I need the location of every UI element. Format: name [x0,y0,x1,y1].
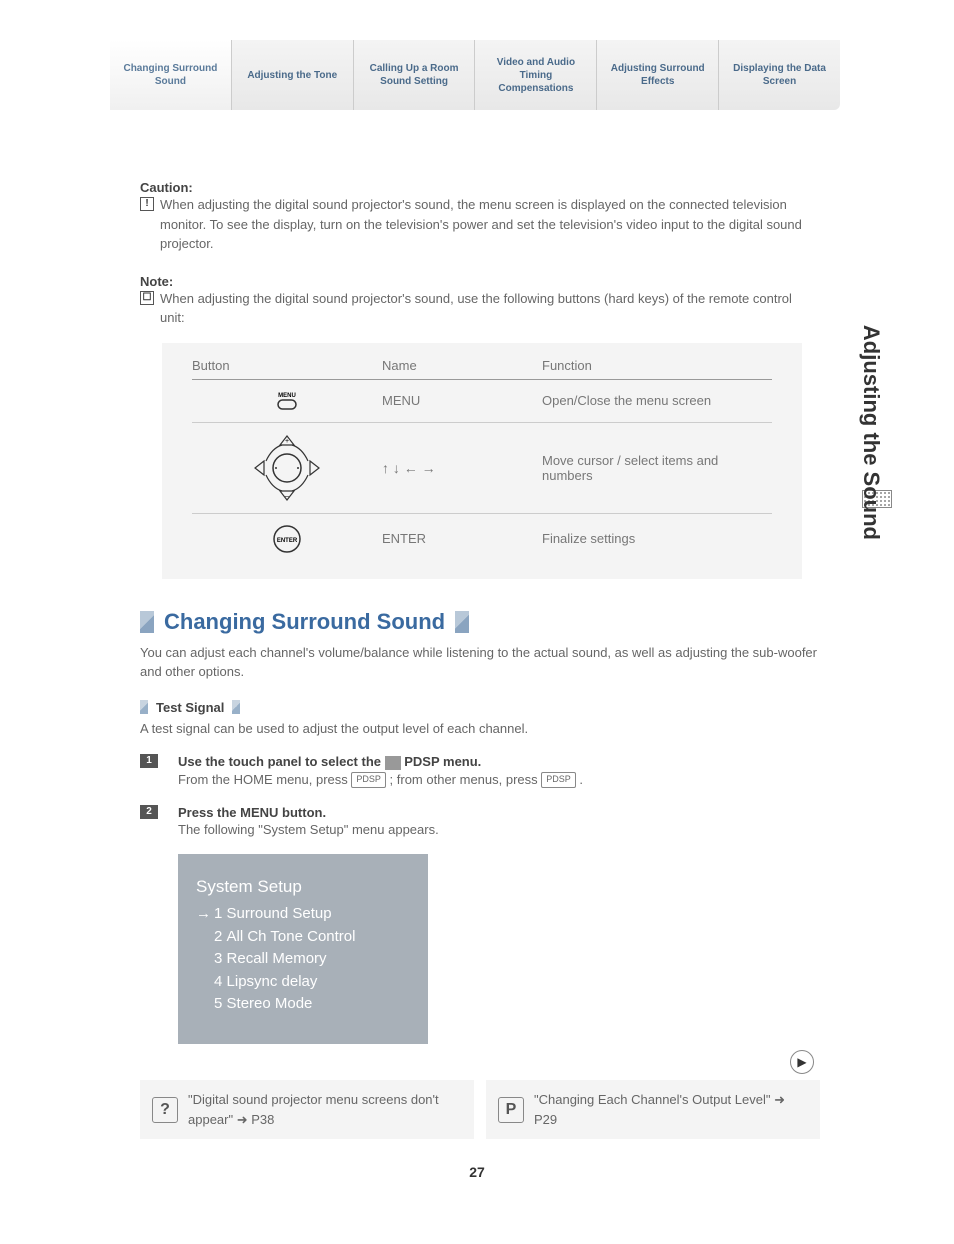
tab-bar: Changing Surround Sound Adjusting the To… [110,40,840,110]
pdsp-icon [385,756,401,770]
note-title: Note: [140,274,820,289]
step-1-title: Use the touch panel to select the PDSP m… [178,754,820,770]
question-icon: ? [152,1097,178,1123]
table-row: + – ↑ ↓ ← → Move cursor / select items a… [192,423,772,514]
slash-decor-icon [140,700,148,714]
menu-item: 3 Recall Memory [196,948,410,971]
ref-troubleshoot[interactable]: ? "Digital sound projector menu screens … [140,1080,474,1139]
menu-item: 1 Surround Setup [196,903,410,926]
subsection-title-row: Test Signal [140,700,820,715]
slash-decor-icon [140,611,154,633]
note-icon: ☐ [140,291,154,305]
ref-related-page[interactable]: P "Changing Each Channel's Output Level"… [486,1080,820,1139]
ref-text: "Changing Each Channel's Output Level" ➜… [534,1090,808,1129]
next-page-arrow-icon[interactable]: ▶ [790,1050,814,1074]
section-title: Changing Surround Sound [140,609,820,635]
step-2-body: The following "System Setup" menu appear… [178,820,820,840]
caution-icon: ! [140,197,154,211]
enter-button-icon: ENTER [192,524,382,554]
subsection-title: Test Signal [156,700,224,715]
page-ref-icon: P [498,1097,524,1123]
svg-text:ENTER: ENTER [277,538,298,544]
step-text: From the HOME menu, press [178,772,351,787]
cell-name: ↑ ↓ ← → [382,460,542,476]
caution-title: Caution: [140,180,820,195]
section-title-text: Changing Surround Sound [164,609,445,635]
tab-surround-effects[interactable]: Adjusting Surround Effects [597,40,719,110]
cell-func: Finalize settings [542,531,772,546]
cell-name: MENU [382,393,542,408]
th-button: Button [192,358,382,373]
note-block: Note: ☐ When adjusting the digital sound… [140,274,820,579]
table-row: MENU MENU Open/Close the menu screen [192,380,772,423]
system-setup-menu: System Setup 1 Surround Setup 2 All Ch T… [178,854,428,1044]
th-function: Function [542,358,772,373]
pdsp-key-icon: PDSP [541,772,576,788]
ref-text: "Digital sound projector menu screens do… [188,1090,462,1129]
step-text: ; from other menus, press [390,772,542,787]
caution-block: Caution: ! When adjusting the digital so… [140,180,820,254]
cell-func: Open/Close the menu screen [542,393,772,408]
step-text: . [579,772,583,787]
step-number: 1 [140,754,158,768]
menu-title: System Setup [196,874,410,900]
menu-item: 4 Lipsync delay [196,971,410,994]
step-1-body: From the HOME menu, press PDSP ; from ot… [178,770,820,790]
subsection-intro: A test signal can be used to adjust the … [140,719,820,739]
svg-text:MENU: MENU [278,393,296,399]
menu-item: 5 Stereo Mode [196,993,410,1016]
step-number: 2 [140,805,158,819]
step-2-title: Press the MENU button. [178,805,820,820]
step-1: 1 Use the touch panel to select the PDSP… [140,754,820,789]
page-number: 27 [0,1164,954,1180]
caution-body: When adjusting the digital sound project… [160,195,820,254]
cell-name: ENTER [382,531,542,546]
tab-data-screen[interactable]: Displaying the Data Screen [719,40,840,110]
svg-text:+: + [285,438,289,445]
menu-button-icon: MENU [192,390,382,412]
slash-decor-icon [455,611,469,633]
menu-item: 2 All Ch Tone Control [196,926,410,949]
svg-text:–: – [285,493,289,500]
cell-func: Move cursor / select items and numbers [542,453,772,483]
slash-decor-icon [232,700,240,714]
pdsp-key-icon: PDSP [351,772,386,788]
step-text: PDSP menu. [404,754,481,769]
step-text: Use the touch panel to select the [178,754,385,769]
dpad-icon: + – [192,433,382,503]
table-row: ENTER ENTER Finalize settings [192,514,772,564]
reference-row: ? "Digital sound projector menu screens … [140,1080,820,1139]
tab-timing-comp[interactable]: Video and Audio Timing Compensations [475,40,597,110]
section-intro: You can adjust each channel's volume/bal… [140,643,820,682]
th-name: Name [382,358,542,373]
note-body: When adjusting the digital sound project… [160,289,820,328]
side-chapter-label: Adjusting the Sound [858,325,884,540]
button-table: Button Name Function MENU MENU Open/Clos… [162,343,802,579]
tab-adjusting-tone[interactable]: Adjusting the Tone [232,40,354,110]
tab-room-setting[interactable]: Calling Up a Room Sound Setting [354,40,476,110]
step-2: 2 Press the MENU button. The following "… [140,805,820,1044]
tab-changing-surround[interactable]: Changing Surround Sound [110,40,232,110]
